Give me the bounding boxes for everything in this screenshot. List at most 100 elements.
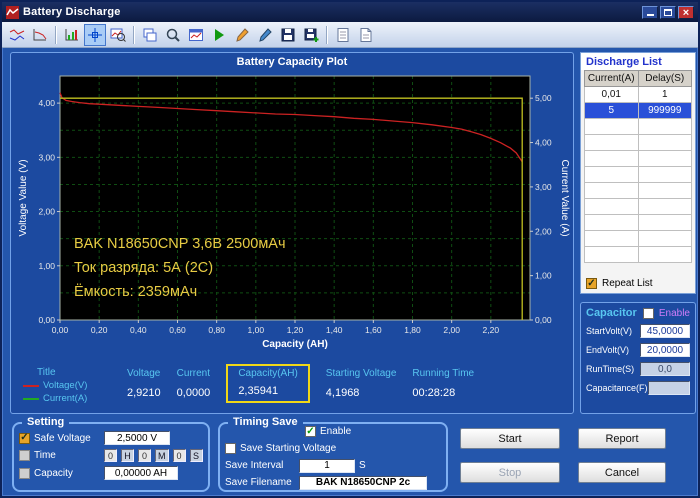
- legend-series-name: Current(A): [43, 393, 88, 404]
- svg-text:1,20: 1,20: [287, 325, 304, 335]
- svg-text:0,00: 0,00: [52, 325, 69, 335]
- stat-running-time: Running Time 00:28:28: [412, 367, 474, 399]
- runtime-s-input[interactable]: 0,0: [640, 362, 690, 376]
- setting-panel: Setting Safe Voltage Time 0 H 0 M 0 S Ca…: [12, 415, 210, 492]
- stat-current: Current 0,0000: [177, 367, 211, 399]
- svg-text:Ток разряда: 5А (2С): Ток разряда: 5А (2С): [74, 260, 213, 276]
- app-icon: [6, 5, 19, 19]
- discharge-col-header[interactable]: Delay(S): [637, 70, 692, 87]
- cancel-button[interactable]: Cancel: [578, 462, 666, 483]
- chart-legend: Title Voltage(V) Current(A): [23, 367, 111, 404]
- capacitor-field-label: StartVolt(V): [586, 326, 633, 336]
- zoom-chart-icon[interactable]: [107, 24, 129, 46]
- close-button[interactable]: [678, 5, 694, 19]
- startvolt-v-input[interactable]: 45,0000: [640, 324, 690, 338]
- timing-enable-checkbox[interactable]: [305, 426, 316, 437]
- repeat-list-checkbox[interactable]: [586, 278, 597, 289]
- maximize-button[interactable]: [660, 5, 676, 19]
- stat-label: Current: [176, 368, 211, 379]
- time-checkbox[interactable]: [19, 450, 30, 461]
- save-interval-row: Save Interval S: [225, 458, 441, 473]
- zoom-icon[interactable]: [162, 24, 184, 46]
- discharge-row-empty[interactable]: [584, 246, 692, 263]
- setting-panel-label: Setting: [22, 415, 70, 430]
- discharge-row-empty[interactable]: [584, 182, 692, 199]
- safe-voltage-checkbox[interactable]: [19, 432, 30, 444]
- pencil-icon[interactable]: [231, 24, 253, 46]
- capacitor-enable-checkbox[interactable]: [642, 307, 654, 319]
- discharge-row[interactable]: 5 999999: [584, 102, 692, 119]
- toolbar-separator: [133, 25, 135, 44]
- discharge-table-wrap: Current(A) Delay(S) 0,01 1 5 999999: [581, 70, 695, 275]
- save-starting-voltage-checkbox[interactable]: [225, 443, 236, 454]
- maximize-icon: [664, 8, 672, 16]
- save-filename-input[interactable]: [299, 475, 427, 490]
- discharge-row-empty[interactable]: [584, 118, 692, 135]
- stat-value: 4,1968: [325, 387, 360, 399]
- battery-discharge-window: Battery Discharge Battery Capacity Plot …: [0, 0, 700, 498]
- discharge-col-header[interactable]: Current(A): [584, 70, 639, 87]
- repeat-list-row: Repeat List: [581, 275, 695, 293]
- discharge-row-empty[interactable]: [584, 214, 692, 231]
- time-row: Time 0 H 0 M 0 S: [19, 449, 203, 462]
- stat-voltage: Voltage 2,9210: [127, 367, 161, 399]
- save-interval-input[interactable]: [299, 458, 355, 473]
- time-label: Time: [34, 450, 56, 461]
- discharge-row-empty[interactable]: [584, 166, 692, 183]
- svg-text:0,00: 0,00: [38, 315, 55, 325]
- capacitance-f-input[interactable]: [647, 381, 690, 395]
- start-test-icon[interactable]: [208, 24, 230, 46]
- safe-voltage-input[interactable]: [104, 431, 170, 445]
- save-data-icon[interactable]: [300, 24, 322, 46]
- svg-text:0,80: 0,80: [208, 325, 225, 335]
- report-icon[interactable]: [332, 24, 354, 46]
- save-filename-label: Save Filename: [225, 477, 292, 488]
- time-hours-input[interactable]: 0: [104, 449, 117, 462]
- discharge-row-empty[interactable]: [584, 134, 692, 151]
- minimize-button[interactable]: [642, 5, 658, 19]
- capacity-label: Capacity: [34, 467, 73, 479]
- legend-line-sample: [23, 397, 39, 400]
- discharge-row-empty[interactable]: [584, 150, 692, 167]
- timing-save-panel-label: Timing Save: [228, 415, 303, 430]
- voltage-chart-icon[interactable]: [29, 24, 51, 46]
- svg-text:Voltage Value (V): Voltage Value (V): [18, 159, 29, 236]
- svg-text:0,60: 0,60: [169, 325, 186, 335]
- capacitor-header: Capacitor Enable: [586, 307, 690, 319]
- endvolt-v-input[interactable]: 20,0000: [640, 343, 690, 357]
- svg-text:Ёмкость: 2359мАч: Ёмкость: 2359мАч: [74, 283, 197, 300]
- time-minutes-input[interactable]: 0: [138, 449, 151, 462]
- window-chart-icon[interactable]: [185, 24, 207, 46]
- svg-text:2,00: 2,00: [443, 325, 460, 335]
- discharge-row-empty[interactable]: [584, 230, 692, 247]
- cascade-windows-icon[interactable]: [139, 24, 161, 46]
- svg-text:4,00: 4,00: [38, 98, 55, 108]
- grid-chart-icon[interactable]: [61, 24, 83, 46]
- timing-save-panel: Timing Save Enable Save Starting Voltage…: [218, 415, 448, 492]
- timing-enable-row: Enable: [305, 424, 441, 439]
- capacity-input[interactable]: [104, 466, 178, 480]
- capacity-plot[interactable]: 0,00 0,20 0,40 0,60 0,80 1,00 1,20 1,40 …: [14, 70, 570, 366]
- stop-button[interactable]: Stop: [460, 462, 560, 483]
- curves-chart-icon[interactable]: [6, 24, 28, 46]
- window-title: Battery Discharge: [23, 6, 121, 18]
- start-button[interactable]: Start: [460, 428, 560, 449]
- capacity-checkbox[interactable]: [19, 467, 30, 479]
- save-icon[interactable]: [277, 24, 299, 46]
- log-icon[interactable]: [355, 24, 377, 46]
- time-seconds-input[interactable]: 0: [172, 449, 186, 462]
- legend-item: Voltage(V): [23, 380, 111, 391]
- marker-icon[interactable]: [254, 24, 276, 46]
- svg-text:2,00: 2,00: [38, 207, 55, 217]
- minimize-icon: [646, 14, 654, 16]
- stat-label: Starting Voltage: [325, 368, 397, 379]
- report-button[interactable]: Report: [578, 428, 666, 449]
- capacitor-title: Capacitor: [586, 307, 637, 319]
- stat-label: Capacity(AH): [238, 368, 298, 379]
- svg-text:Current Value (A): Current Value (A): [559, 159, 570, 236]
- pan-crosshair-icon[interactable]: [84, 23, 106, 46]
- svg-text:4,00: 4,00: [535, 138, 552, 148]
- discharge-row[interactable]: 0,01 1: [584, 86, 692, 103]
- capacitor-field-label: EndVolt(V): [586, 345, 630, 355]
- discharge-row-empty[interactable]: [584, 198, 692, 215]
